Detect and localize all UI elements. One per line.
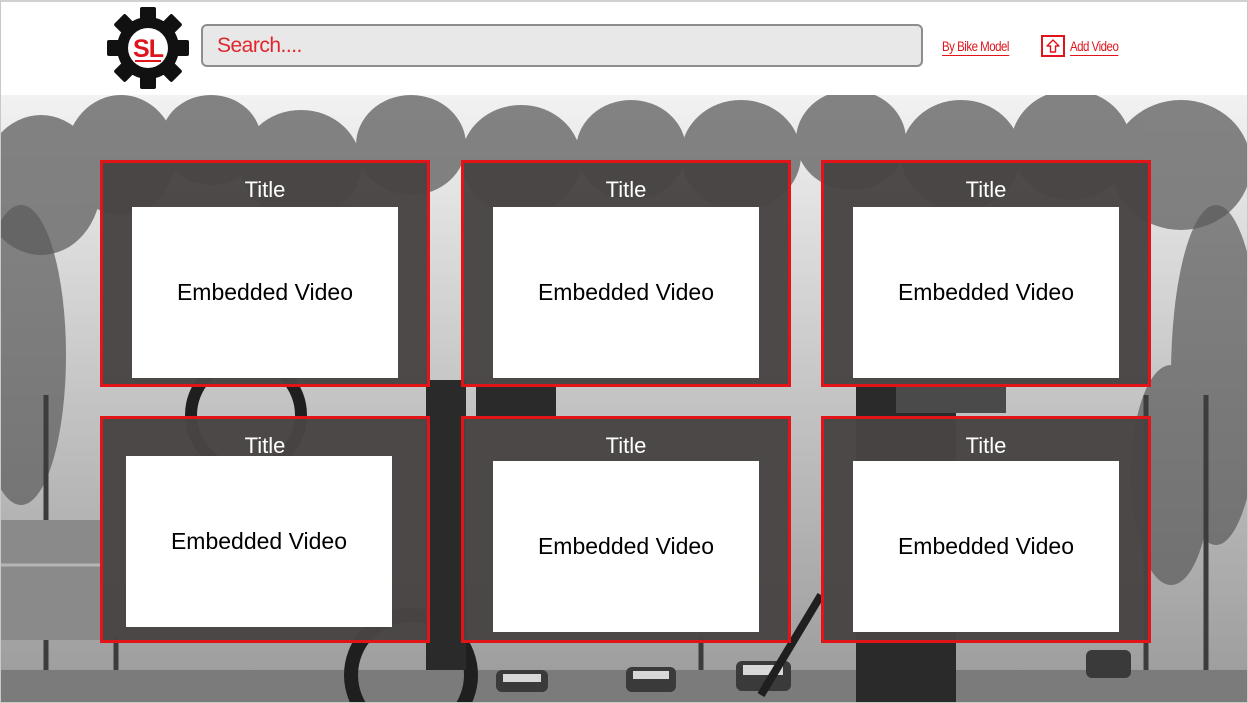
embedded-video[interactable]: Embedded Video <box>132 207 398 378</box>
video-card: Title Embedded Video <box>461 416 791 643</box>
video-card: Title Embedded Video <box>100 416 430 643</box>
video-title: Title <box>244 177 286 202</box>
by-bike-model-link[interactable]: By Bike Model <box>942 38 1009 56</box>
video-title: Title <box>965 433 1007 458</box>
logo-text: SL <box>133 35 164 63</box>
logo[interactable]: SL <box>106 6 190 90</box>
embedded-video[interactable]: Embedded Video <box>126 456 392 627</box>
embedded-video[interactable]: Embedded Video <box>493 461 759 632</box>
add-video-link[interactable]: Add Video <box>1070 38 1119 56</box>
video-title: Title <box>605 433 647 458</box>
video-card: Title Embedded Video <box>821 416 1151 643</box>
video-card: Title Embedded Video <box>821 160 1151 387</box>
video-title: Title <box>605 177 647 202</box>
video-card: Title Embedded Video <box>461 160 791 387</box>
embedded-video[interactable]: Embedded Video <box>853 461 1119 632</box>
video-card: Title Embedded Video <box>100 160 430 387</box>
video-title: Title <box>965 177 1007 202</box>
embedded-video[interactable]: Embedded Video <box>493 207 759 378</box>
upload-arrow-icon[interactable] <box>1041 35 1065 57</box>
gear-icon: SL <box>107 7 189 89</box>
search-input[interactable] <box>201 24 923 67</box>
embedded-video[interactable]: Embedded Video <box>853 207 1119 378</box>
